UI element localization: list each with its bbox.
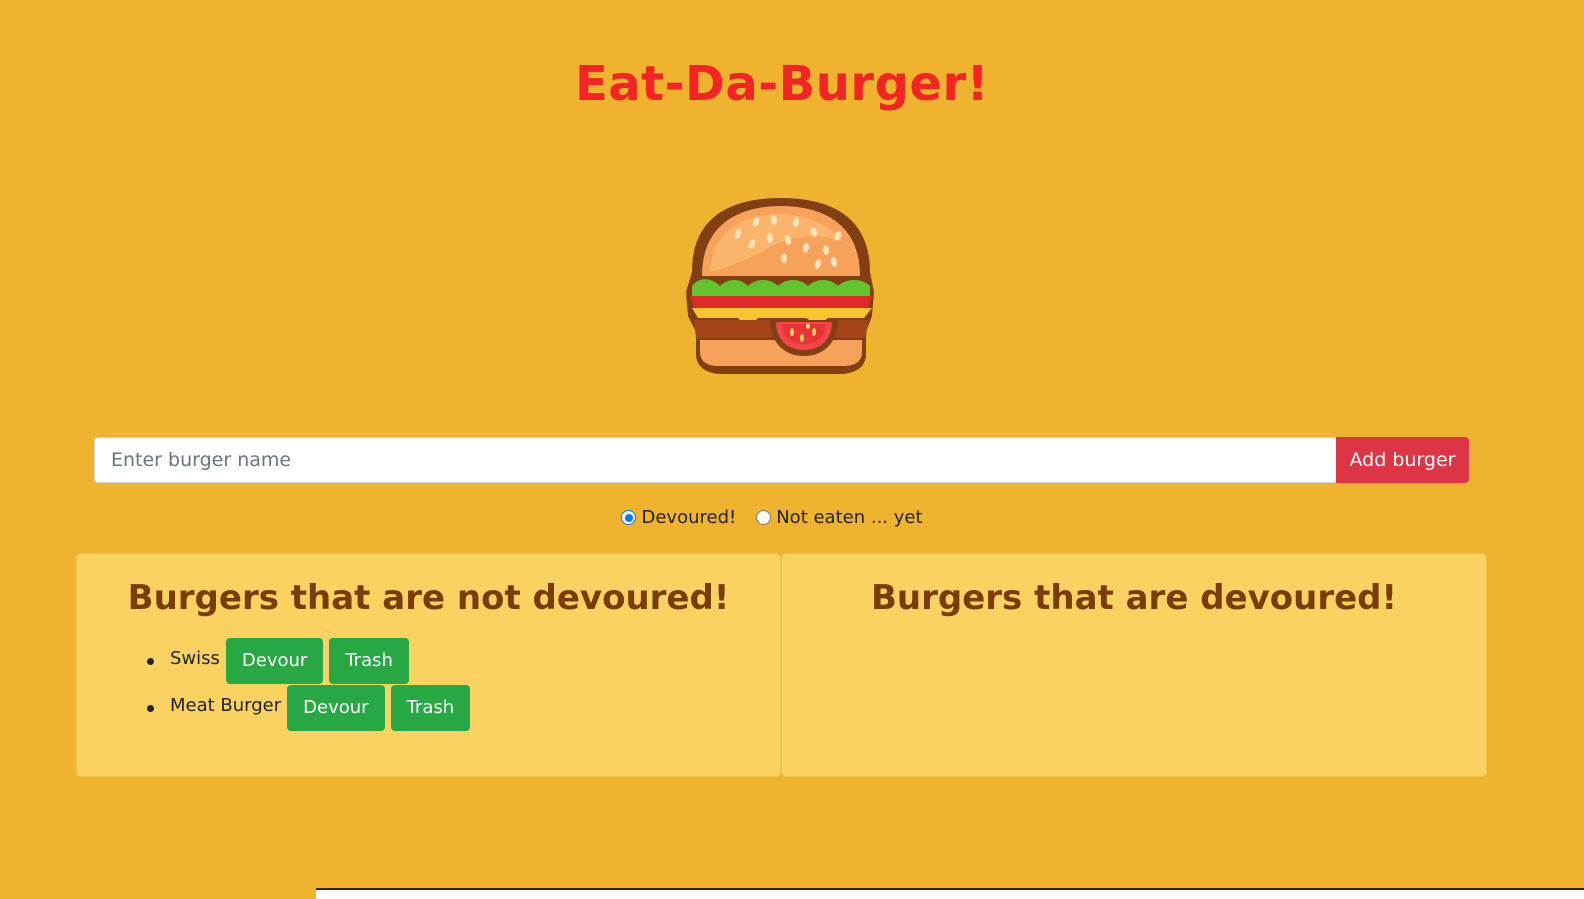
bullet-icon bbox=[147, 705, 154, 712]
burger-name: Swiss bbox=[170, 648, 220, 669]
radio-not-eaten[interactable]: Not eaten ... yet bbox=[756, 507, 923, 528]
devoured-panel: Burgers that are devoured! bbox=[781, 553, 1487, 777]
radio-not-eaten-control[interactable] bbox=[756, 510, 772, 525]
burger-icon bbox=[686, 198, 874, 374]
devoured-radio-group: Devoured! Not eaten ... yet bbox=[0, 507, 1544, 528]
list-item: Meat Burger Devour Trash bbox=[147, 684, 780, 731]
bullet-icon bbox=[147, 658, 154, 665]
list-item: Swiss Devour Trash bbox=[147, 637, 780, 684]
radio-not-eaten-label: Not eaten ... yet bbox=[776, 507, 923, 528]
radio-devoured[interactable]: Devoured! bbox=[621, 507, 736, 528]
not-devoured-heading: Burgers that are not devoured! bbox=[127, 578, 730, 618]
devour-button[interactable]: Devour bbox=[287, 684, 385, 731]
radio-devoured-label: Devoured! bbox=[641, 507, 737, 528]
not-devoured-list: Swiss Devour Trash Meat Burger Devour Tr… bbox=[77, 637, 780, 731]
devour-button[interactable]: Devour bbox=[225, 637, 324, 684]
add-burger-button[interactable]: Add burger bbox=[1336, 437, 1469, 483]
not-devoured-panel: Burgers that are not devoured! Swiss Dev… bbox=[76, 553, 781, 777]
bottom-edge-line bbox=[316, 888, 1584, 890]
page: Eat-Da-Burger! Enter burger name Add bur… bbox=[0, 0, 1584, 899]
page-title: Eat-Da-Burger! bbox=[574, 56, 990, 112]
burger-name-input[interactable] bbox=[94, 437, 1336, 483]
add-burger-form: Add burger bbox=[94, 437, 1469, 483]
devoured-heading: Burgers that are devoured! bbox=[870, 578, 1398, 618]
trash-button[interactable]: Trash bbox=[329, 637, 409, 684]
burger-name: Meat Burger bbox=[170, 695, 282, 716]
trash-button[interactable]: Trash bbox=[390, 684, 471, 731]
radio-devoured-control[interactable] bbox=[621, 510, 637, 525]
